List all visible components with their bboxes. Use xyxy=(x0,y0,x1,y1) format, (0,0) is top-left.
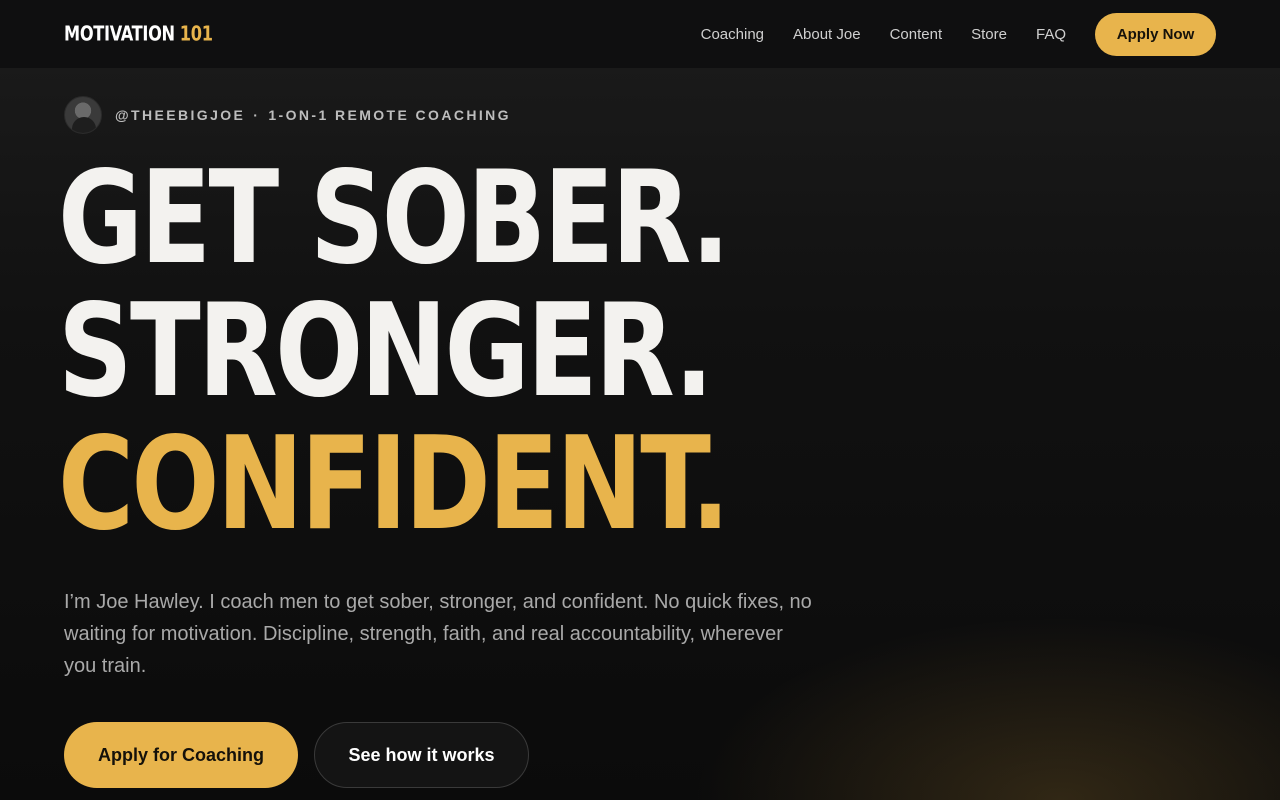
hero-subtitle: I’m Joe Hawley. I coach men to get sober… xyxy=(64,591,812,677)
headline-line-1: GET SOBER. xyxy=(58,144,730,293)
avatar xyxy=(64,96,102,134)
apply-now-button[interactable]: Apply Now xyxy=(1095,12,1216,56)
social-handle: @THEEBIGJOE xyxy=(115,107,246,123)
coaching-tagline: 1-ON-1 REMOTE COACHING xyxy=(268,107,511,123)
nav-link-content[interactable]: Content xyxy=(890,26,943,43)
eyebrow-separator: · xyxy=(253,107,261,123)
nav-link-about-joe[interactable]: About Joe xyxy=(793,26,861,43)
nav-link-faq[interactable]: FAQ xyxy=(1036,26,1066,43)
headline-line-3: CONFIDENT. xyxy=(58,410,730,559)
see-how-it-works-button[interactable]: See how it works xyxy=(314,722,529,788)
apply-for-coaching-button[interactable]: Apply for Coaching xyxy=(64,722,298,788)
nav-link-store[interactable]: Store xyxy=(971,26,1007,43)
logo-accent-text: 101 xyxy=(179,22,213,46)
nav-links: Coaching About Joe Content Store FAQ App… xyxy=(701,12,1216,56)
eyebrow-text: @THEEBIGJOE · 1-ON-1 REMOTE COACHING xyxy=(115,107,511,123)
logo-text: MOTIVATION xyxy=(64,22,175,46)
site-logo[interactable]: MOTIVATION 101 xyxy=(64,22,213,46)
hero-eyebrow: @THEEBIGJOE · 1-ON-1 REMOTE COACHING xyxy=(64,96,511,134)
headline-line-2: STRONGER. xyxy=(58,277,714,426)
top-navigation: MOTIVATION 101 Coaching About Joe Conten… xyxy=(0,0,1280,68)
nav-link-coaching[interactable]: Coaching xyxy=(701,26,764,43)
hero-headline: GET SOBER. STRONGER. CONFIDENT. xyxy=(58,144,730,559)
